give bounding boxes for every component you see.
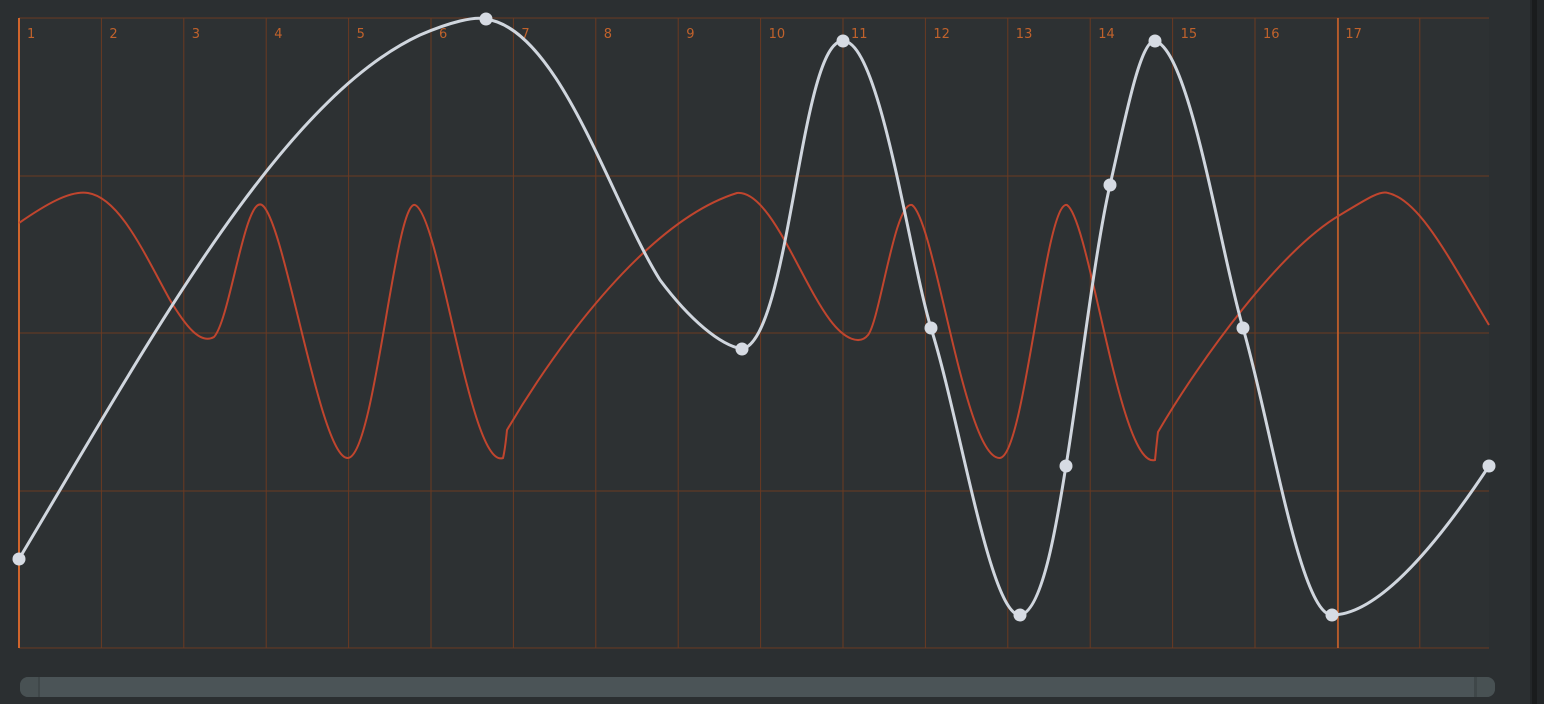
scrollbar-thumb[interactable] bbox=[40, 677, 1474, 697]
control-point-6[interactable] bbox=[1013, 608, 1027, 622]
bar-number-2[interactable]: 2 bbox=[109, 27, 117, 42]
scroll-right-handle[interactable] bbox=[1477, 677, 1495, 697]
control-point-1[interactable] bbox=[12, 552, 26, 566]
panel-divider[interactable] bbox=[1532, 0, 1537, 704]
bar-number-13[interactable]: 13 bbox=[1016, 27, 1033, 42]
bar-number-15[interactable]: 15 bbox=[1181, 27, 1198, 42]
control-point-2[interactable] bbox=[479, 12, 493, 26]
control-point-3[interactable] bbox=[735, 342, 749, 356]
bar-number-3[interactable]: 3 bbox=[192, 27, 200, 42]
automation-graph[interactable]: 1 2 3 4 5 6 7 8 9 10 11 12 13 14 15 16 17 bbox=[0, 0, 1530, 660]
bar-number-8[interactable]: 8 bbox=[604, 27, 612, 42]
control-point-12[interactable] bbox=[1482, 459, 1496, 473]
bar-number-14[interactable]: 14 bbox=[1098, 27, 1115, 42]
control-point-7[interactable] bbox=[1059, 459, 1073, 473]
control-point-5[interactable] bbox=[924, 321, 938, 335]
scroll-left-handle[interactable] bbox=[20, 677, 38, 697]
bar-number-10[interactable]: 10 bbox=[769, 27, 786, 42]
control-point-10[interactable] bbox=[1236, 321, 1250, 335]
bar-number-9[interactable]: 9 bbox=[686, 27, 694, 42]
control-point-9[interactable] bbox=[1148, 34, 1162, 48]
bar-number-11[interactable]: 11 bbox=[851, 27, 868, 42]
bar-number-17[interactable]: 17 bbox=[1345, 27, 1362, 42]
bar-number-1[interactable]: 1 bbox=[27, 27, 35, 42]
bar-number-16[interactable]: 16 bbox=[1263, 27, 1280, 42]
control-point-4[interactable] bbox=[836, 34, 850, 48]
control-point-8[interactable] bbox=[1103, 178, 1117, 192]
horizontal-scrollbar[interactable] bbox=[20, 677, 1495, 697]
bar-number-5[interactable]: 5 bbox=[357, 27, 365, 42]
automation-editor[interactable]: 1 2 3 4 5 6 7 8 9 10 11 12 13 14 15 16 17 bbox=[0, 0, 1544, 704]
bar-number-4[interactable]: 4 bbox=[274, 27, 282, 42]
control-point-11[interactable] bbox=[1325, 608, 1339, 622]
bar-number-12[interactable]: 12 bbox=[933, 27, 950, 42]
bar-number-6[interactable]: 6 bbox=[439, 27, 447, 42]
